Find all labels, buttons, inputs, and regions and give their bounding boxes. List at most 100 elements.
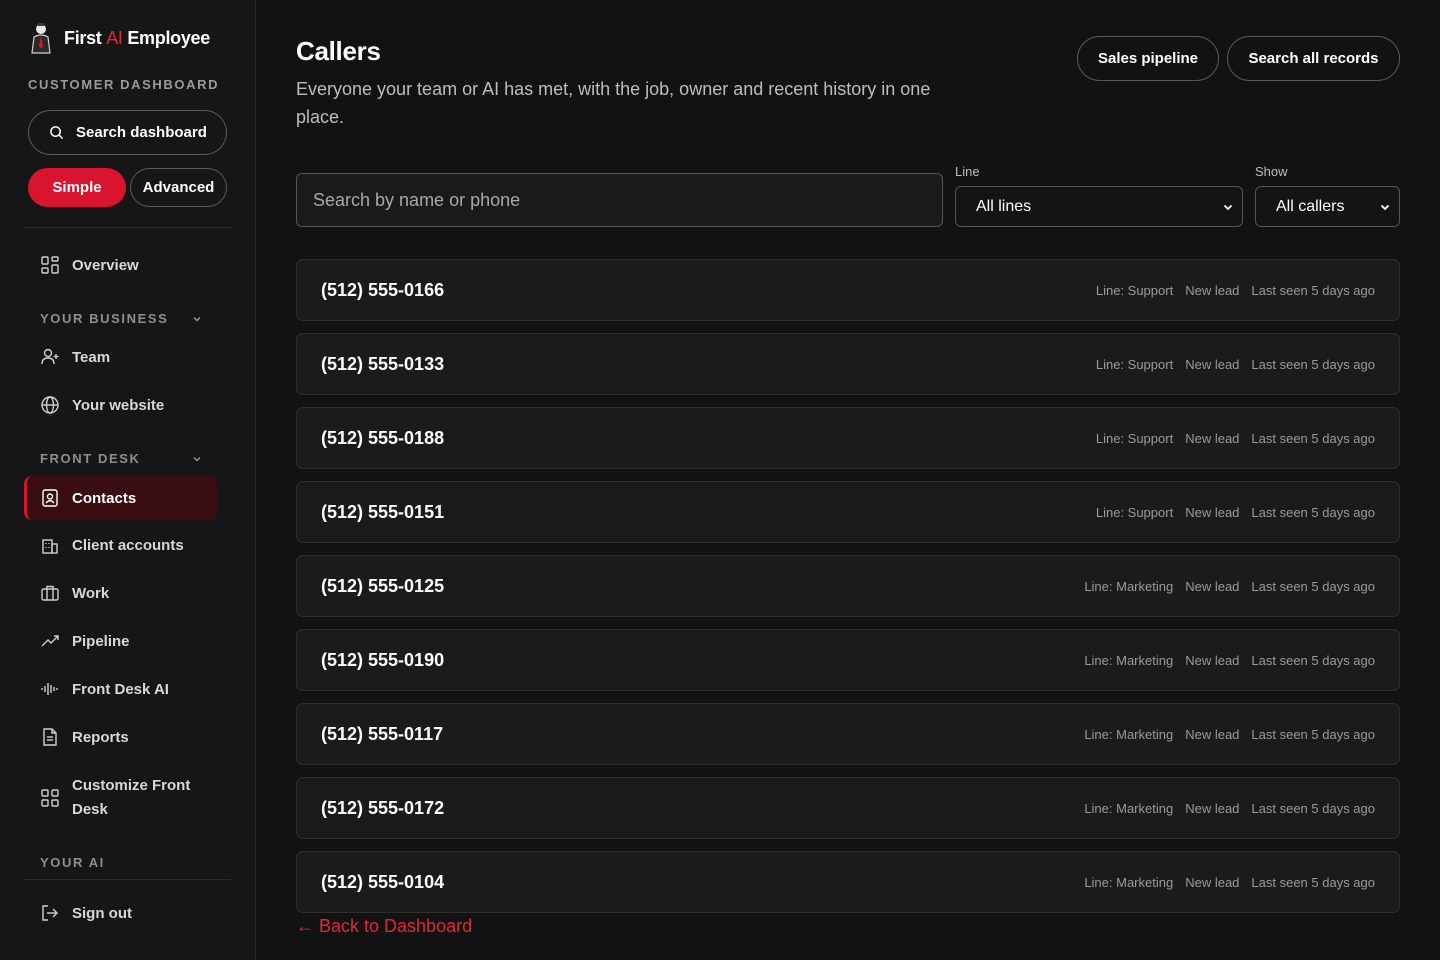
caller-phone: (512) 555-0188: [321, 427, 445, 448]
section-your-business-toggle[interactable]: YOUR BUSINESS: [40, 311, 202, 326]
section-front-desk-toggle[interactable]: FRONT DESK: [40, 451, 202, 466]
sidebar-item-label: Client accounts: [72, 536, 184, 554]
sidebar-item-front-desk-ai[interactable]: Front Desk AI: [24, 667, 217, 711]
sidebar-item-customize-front-desk[interactable]: Customize Front Desk: [24, 770, 217, 826]
callers-list: (512) 555-0166 Line: Support New lead Last …: [296, 259, 1400, 925]
caller-status: New lead: [1185, 652, 1240, 668]
caller-meta: Line: Marketing New lead Last seen 5 days …: [1084, 653, 1375, 668]
caller-phone: (512) 555-0133: [321, 353, 445, 374]
caller-row[interactable]: (512) 555-0104 Line: Marketing New lead Las…: [296, 851, 1400, 913]
caller-row[interactable]: (512) 555-0133 Line: Support New lead Last …: [296, 333, 1400, 395]
sidebar-item-label: Team: [72, 348, 111, 366]
sidebar-item-label: Work: [72, 584, 110, 602]
caller-row[interactable]: (512) 555-0117 Line: Marketing New lead Las…: [296, 703, 1400, 765]
caller-meta: Line: Support New lead Last seen 5 days ag…: [1096, 505, 1375, 520]
section-label: YOUR AI: [40, 855, 105, 870]
caller-status: New lead: [1185, 874, 1240, 890]
caller-phone: (512) 555-0117: [321, 723, 444, 744]
caller-row[interactable]: (512) 555-0151 Line: Support New lead Last …: [296, 481, 1400, 543]
caller-status: New lead: [1185, 282, 1240, 298]
caller-status: New lead: [1185, 726, 1240, 742]
caller-line: Line: Support: [1095, 504, 1174, 520]
sales-pipeline-button[interactable]: Sales pipeline: [1077, 36, 1219, 81]
trending-up-icon: [41, 635, 59, 647]
caller-line: Line: Support: [1095, 430, 1174, 446]
briefcase-icon: [41, 585, 59, 601]
line-filter-select[interactable]: All lines: [955, 186, 1243, 227]
caller-row[interactable]: (512) 555-0166 Line: Support New lead Last …: [296, 259, 1400, 321]
sign-out-button[interactable]: Sign out: [24, 891, 217, 935]
caller-status: New lead: [1185, 800, 1240, 816]
brand-logo-link[interactable]: First AI Employee: [26, 22, 210, 54]
caller-meta: Line: Marketing New lead Last seen 5 days …: [1084, 875, 1375, 890]
sidebar-item-team[interactable]: Team: [24, 335, 217, 379]
caller-row[interactable]: (512) 555-0125 Line: Marketing New lead Las…: [296, 555, 1400, 617]
audio-waveform-icon: [41, 683, 58, 695]
sidebar-item-website[interactable]: Your website: [24, 383, 217, 427]
caller-phone: (512) 555-0125: [321, 575, 445, 596]
show-filter-value: All callers: [1276, 197, 1345, 215]
caller-line: Line: Marketing: [1084, 578, 1174, 594]
sidebar: First AI Employee CUSTOMER DASHBOARD Sea…: [0, 0, 256, 960]
caller-meta: Line: Support New lead Last seen 5 days ag…: [1096, 283, 1375, 298]
chevron-down-icon: [1223, 204, 1233, 210]
sidebar-item-label: Your website: [72, 396, 165, 414]
sidebar-item-label: Front Desk AI: [72, 680, 169, 698]
building-icon: [42, 539, 58, 554]
caller-row[interactable]: (512) 555-0172 Line: Marketing New lead Las…: [296, 777, 1400, 839]
caller-meta: Line: Marketing New lead Last seen 5 days …: [1084, 801, 1375, 816]
caller-line: Line: Support: [1095, 282, 1174, 298]
caller-meta: Line: Marketing New lead Last seen 5 days …: [1084, 579, 1375, 594]
sidebar-item-pipeline[interactable]: Pipeline: [24, 619, 217, 663]
sidebar-item-reports[interactable]: Reports: [24, 715, 217, 759]
brand-mascot-icon: [31, 23, 51, 54]
brand-name: First AI Employee: [64, 27, 210, 48]
grid-icon: [41, 256, 59, 274]
caller-phone: (512) 555-0104: [321, 871, 445, 892]
caller-last-seen: Last seen 5 days ago: [1251, 726, 1375, 742]
page-subtitle: Everyone your team or AI has met, with t…: [296, 79, 931, 127]
caller-last-seen: Last seen 5 days ago: [1251, 652, 1375, 668]
search-all-records-button[interactable]: Search all records: [1227, 36, 1400, 81]
search-dashboard-button[interactable]: Search dashboard: [28, 110, 227, 155]
sidebar-item-label: Contacts: [72, 489, 137, 507]
search-dashboard-label: Search dashboard: [76, 124, 207, 141]
line-filter-label: Line: [955, 164, 980, 179]
log-out-icon: [42, 905, 58, 921]
chevron-down-icon: [193, 456, 201, 461]
show-filter-select[interactable]: All callers: [1255, 186, 1400, 227]
caller-line: Line: Marketing: [1084, 800, 1174, 816]
sidebar-item-work[interactable]: Work: [24, 571, 217, 615]
section-label: YOUR BUSINESS: [40, 311, 169, 326]
globe-icon: [41, 396, 59, 414]
back-to-dashboard-link[interactable]: ← Back to Dashboard: [296, 916, 472, 937]
caller-phone: (512) 555-0151: [321, 501, 445, 522]
sidebar-item-overview[interactable]: Overview: [24, 243, 217, 287]
sidebar-divider: [24, 227, 231, 228]
caller-line: Line: Marketing: [1084, 874, 1174, 890]
caller-status: New lead: [1185, 578, 1240, 594]
caller-last-seen: Last seen 5 days ago: [1251, 504, 1375, 520]
show-filter-label: Show: [1255, 164, 1288, 179]
caller-last-seen: Last seen 5 days ago: [1251, 874, 1375, 890]
sidebar-item-label: Overview: [72, 256, 139, 274]
caller-last-seen: Last seen 5 days ago: [1251, 282, 1375, 298]
search-icon: [50, 126, 64, 140]
caller-row[interactable]: (512) 555-0190 Line: Marketing New lead Las…: [296, 629, 1400, 691]
caller-line: Line: Support: [1095, 356, 1174, 372]
sidebar-item-contacts[interactable]: Contacts: [24, 476, 217, 520]
sidebar-item-client-accounts[interactable]: Client accounts: [24, 523, 217, 567]
line-filter-value: All lines: [976, 197, 1032, 215]
sidebar-item-label: Pipeline: [72, 632, 130, 650]
mode-advanced-button[interactable]: Advanced: [130, 168, 227, 207]
sidebar-item-label: Customize Front Desk: [72, 777, 191, 818]
sidebar-divider: [24, 879, 231, 880]
caller-phone: (512) 555-0172: [321, 797, 445, 818]
caller-status: New lead: [1185, 430, 1240, 446]
chevron-down-icon: [1380, 204, 1390, 210]
mode-simple-button[interactable]: Simple: [28, 168, 126, 207]
section-your-ai: YOUR AI: [40, 855, 202, 870]
caller-row[interactable]: (512) 555-0188 Line: Support New lead Last …: [296, 407, 1400, 469]
sidebar-item-label: Sign out: [72, 904, 132, 922]
caller-search-input[interactable]: [296, 173, 943, 227]
